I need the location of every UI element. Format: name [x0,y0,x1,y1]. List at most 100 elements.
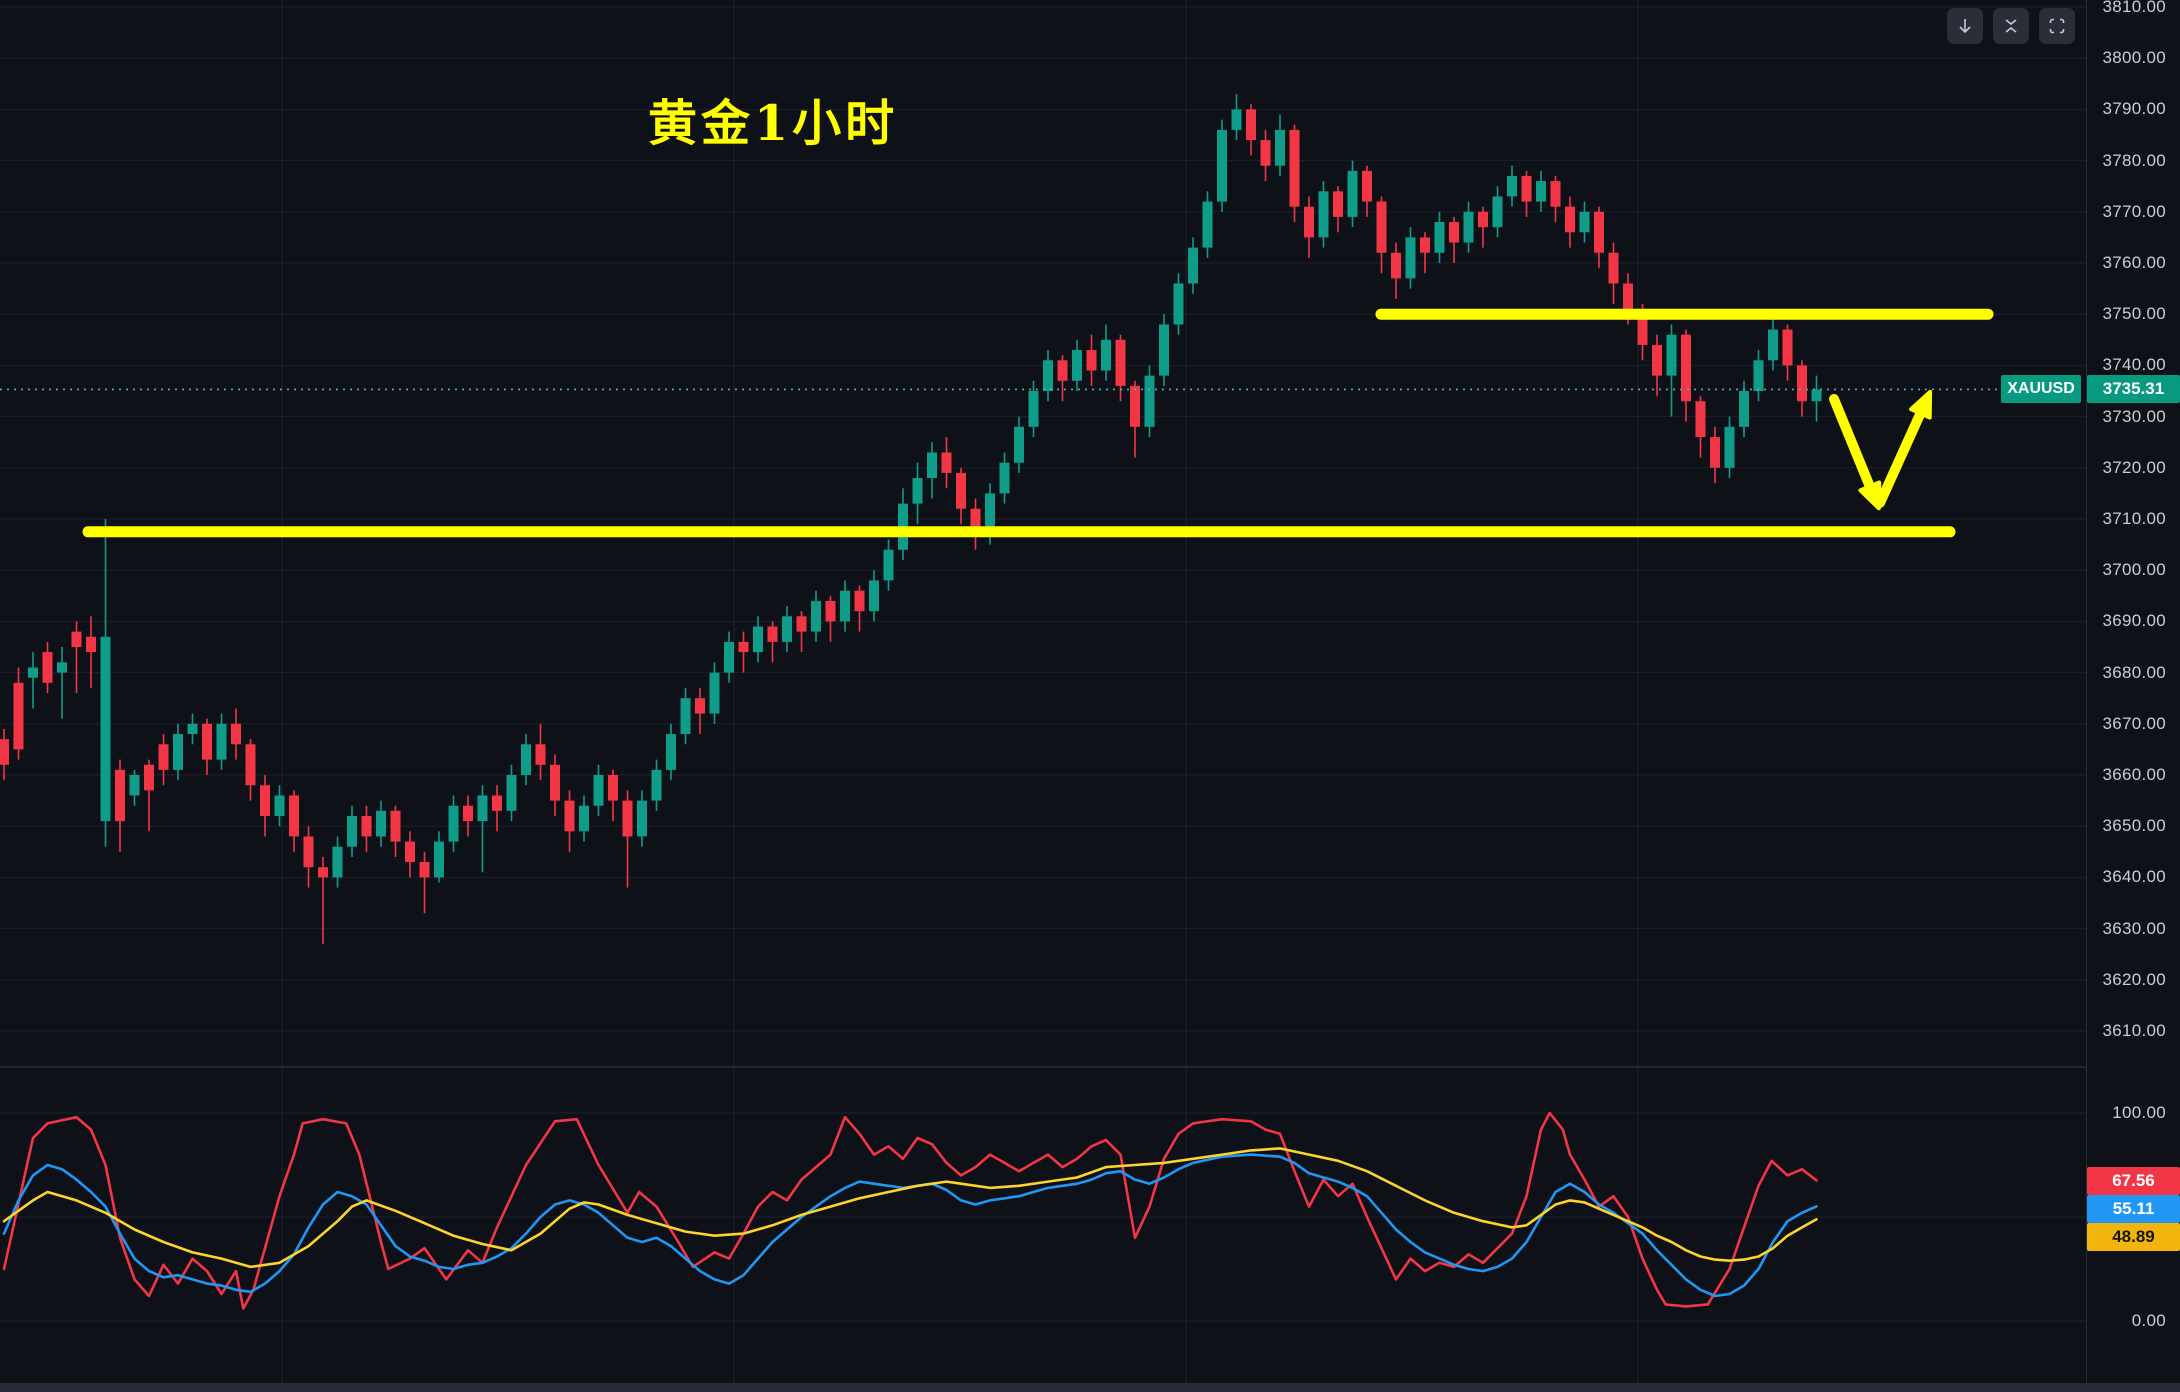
collapse-pane-button[interactable] [1993,8,2029,44]
candle-body [565,801,575,832]
candle-body [1058,360,1068,380]
candle-body [1362,171,1372,202]
price-tick-label: 3730.00 [2102,407,2166,427]
candle-body [913,478,923,504]
candle-body [260,785,270,816]
price-tick-label: 3750.00 [2102,304,2166,324]
candle-body [1725,427,1735,468]
candle-body [1348,171,1358,217]
candle-body [1406,237,1416,278]
price-tick-label: 3660.00 [2102,765,2166,785]
candle-body [608,775,618,801]
candle-body [1101,340,1111,371]
tradingview-chart-window: 黄金1小时 XAUUSD 3735.31 67.56 [0,0,2180,1392]
candle-body [275,795,285,815]
candle-body [536,744,546,764]
price-tick-label: 3620.00 [2102,970,2166,990]
price-tick-label: 3690.00 [2102,611,2166,631]
candle-body [927,452,937,478]
maximize-pane-button[interactable] [2039,8,2075,44]
candle-body [1565,207,1575,233]
candle-body [115,770,125,821]
candle-body [1594,212,1604,253]
candle-body [1696,401,1706,437]
scroll-to-recent-button[interactable] [1947,8,1983,44]
candle-body [478,795,488,821]
candle-body [1551,181,1561,207]
time-axis-strip[interactable] [0,1383,2180,1392]
candle-body [492,795,502,810]
candle-body [318,867,328,877]
price-tick-label: 3700.00 [2102,560,2166,580]
candle-body [840,591,850,622]
candle-body [695,698,705,713]
candle-body [362,816,372,836]
candle-body [217,724,227,760]
candle-body [1464,212,1474,243]
candle-body [884,550,894,581]
candle-body [1652,345,1662,376]
candle-body [1319,191,1329,237]
oscillator-fast-value-badge: 67.56 [2087,1167,2180,1195]
oscillator-tick-label: 0.00 [2132,1311,2166,1331]
candle-body [1768,330,1778,361]
candle-body [1072,350,1082,381]
candle-body [855,591,865,611]
price-tick-label: 3790.00 [2102,99,2166,119]
chart-canvas[interactable] [0,0,2180,1392]
price-tick-label: 3780.00 [2102,151,2166,171]
candle-body [1304,207,1314,238]
candle-body [0,739,9,765]
candle-body [1029,391,1039,427]
candle-body [1681,335,1691,402]
candle-body [1145,376,1155,427]
current-price-badge: 3735.31 [2087,375,2180,403]
candle-body [1014,427,1024,463]
candle-body [1478,212,1488,227]
candle-body [1507,176,1517,196]
candle-body [1116,340,1126,386]
candle-body [652,770,662,801]
price-tick-label: 3670.00 [2102,714,2166,734]
candle-body [57,662,67,672]
candle-body [811,601,821,632]
candle-body [1275,130,1285,166]
candle-body [1797,365,1807,401]
candle-body [666,734,676,770]
candle-body [782,616,792,642]
candle-body [1812,389,1822,401]
page-title: 黄金1小时 [648,84,898,155]
candle-body [869,580,879,611]
candle-body [463,806,473,821]
candle-body [130,775,140,795]
candle-body [1449,222,1459,242]
price-tick-label: 3650.00 [2102,816,2166,836]
candle-body [1580,212,1590,232]
candle-body [1623,283,1633,309]
price-tick-label: 3680.00 [2102,663,2166,683]
price-tick-label: 3630.00 [2102,919,2166,939]
candle-body [1754,360,1764,391]
candle-body [1188,248,1198,284]
candle-body [1217,130,1227,202]
price-tick-label: 3710.00 [2102,509,2166,529]
candle-body [246,744,256,785]
candle-body [1739,391,1749,427]
candle-body [594,775,604,806]
candle-body [1609,253,1619,284]
panel-separator[interactable] [0,1066,2086,1068]
candle-body [202,724,212,760]
candle-body [623,801,633,837]
candle-body [826,601,836,621]
candle-body [14,683,24,750]
symbol-price-flag: XAUUSD [2001,375,2081,403]
candle-body [28,667,38,677]
candle-body [159,744,169,770]
candle-body [1536,181,1546,201]
candle-body [1203,202,1213,248]
axis-border [2086,0,2087,1383]
candle-body [956,473,966,509]
candle-body [144,765,154,791]
price-tick-label: 3800.00 [2102,48,2166,68]
candle-body [1377,202,1387,253]
